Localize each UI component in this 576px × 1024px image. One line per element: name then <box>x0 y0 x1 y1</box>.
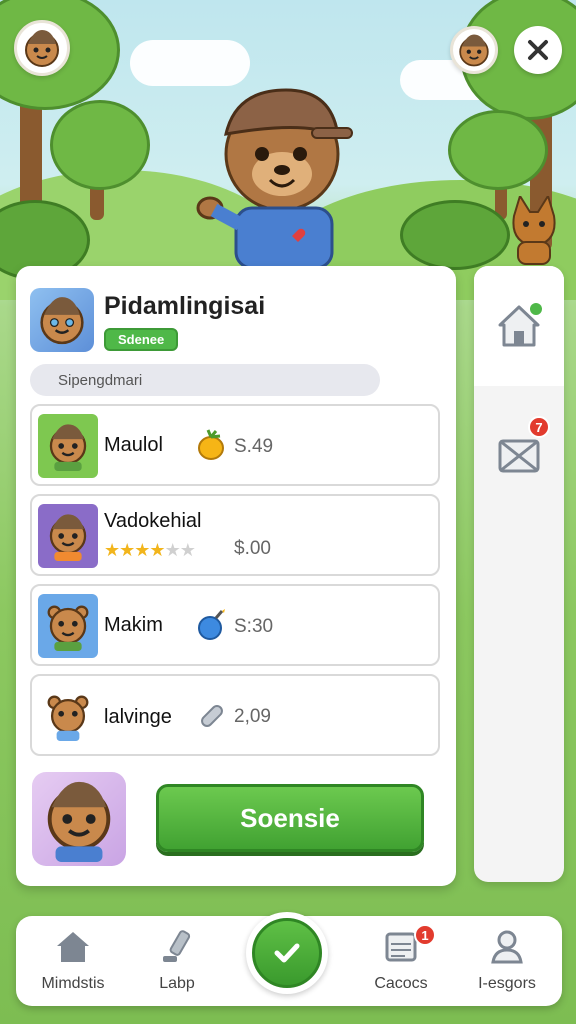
tab-map[interactable]: 7 <box>474 394 564 514</box>
item-picture <box>38 684 98 748</box>
hammer-icon <box>163 930 191 962</box>
bear-avatar-icon <box>49 514 87 561</box>
character-portrait <box>32 772 126 866</box>
item-price: S:30 <box>234 616 274 637</box>
item-name: Maulol <box>104 434 163 456</box>
list-item[interactable]: Makim S:30 <box>30 584 440 666</box>
bear-avatar-icon <box>25 30 59 67</box>
item-price: 2,09 <box>234 706 271 727</box>
item-name: Makim <box>104 614 163 636</box>
item-picture <box>38 414 98 478</box>
bear-avatar-icon <box>47 695 89 741</box>
nav-label: Cacocs <box>374 975 428 992</box>
tab-home[interactable] <box>474 266 564 386</box>
home-icon <box>498 303 542 347</box>
shop-panel: Pidamlingisai Sdenee Sipengdmari Maulol … <box>16 266 456 886</box>
item-picture <box>38 504 98 568</box>
profile-picture <box>30 288 94 352</box>
status-badge: Sdenee <box>104 328 179 351</box>
item-name: Vadokehial <box>104 510 202 532</box>
nav-label: I-esgors <box>478 975 536 992</box>
nav-label: Labp <box>159 975 195 992</box>
close-button[interactable] <box>514 26 562 74</box>
confirm-button[interactable] <box>252 918 322 988</box>
checkmark-icon <box>274 943 300 963</box>
player-avatar[interactable] <box>14 20 70 76</box>
bear-avatar-icon <box>47 605 89 651</box>
nav-item-confirm[interactable] <box>246 912 328 994</box>
bear-character-icon <box>196 88 353 268</box>
star-icon: ★ <box>134 540 150 560</box>
search-input[interactable]: Sipengdmari <box>30 364 380 396</box>
friend-avatar[interactable] <box>450 26 498 74</box>
profile-icon <box>491 930 523 964</box>
bear-avatar-icon <box>40 297 84 345</box>
house-icon <box>57 932 89 962</box>
bandage-icon <box>201 705 223 727</box>
item-picture <box>38 594 98 658</box>
list-item[interactable]: Maulol S.49 <box>30 404 440 486</box>
notification-badge: 1 <box>414 924 436 946</box>
star-icon: ★ <box>164 540 181 560</box>
nav-label: Mimdstis <box>41 975 105 992</box>
item-price: $.00 <box>234 538 271 559</box>
bear-avatar-icon <box>47 781 111 862</box>
star-icon: ★ <box>149 540 165 560</box>
nav-item-lab[interactable]: Labp <box>132 926 222 993</box>
notification-badge: 7 <box>528 416 550 438</box>
side-panel: 7 <box>474 266 564 882</box>
bomb-icon <box>198 609 225 640</box>
nav-item-home[interactable]: Mimdstis <box>28 926 118 993</box>
profile-title: Pidamlingisai <box>104 292 266 320</box>
bear-avatar-icon <box>459 34 489 67</box>
nav-item-profile[interactable]: I-esgors <box>462 926 552 993</box>
list-item[interactable]: Vadokehial ★★★★★★ $.00 <box>30 494 440 576</box>
star-rating: ★★★★★★ <box>104 540 196 561</box>
bear-avatar-icon <box>49 424 87 471</box>
star-icon: ★ <box>119 540 135 560</box>
fox-character-icon <box>512 196 556 265</box>
star-icon: ★ <box>179 540 196 560</box>
bottom-nav: Mimdstis Labp 1 Cacocs I-esgors <box>16 912 562 1006</box>
close-icon <box>528 40 548 60</box>
list-item[interactable]: lalvinge 2,09 <box>30 674 440 756</box>
nav-item-calendar[interactable]: 1 Cacocs <box>356 924 446 993</box>
star-icon: ★ <box>104 540 120 560</box>
item-name: lalvinge <box>104 706 172 728</box>
action-button[interactable]: Soensie <box>156 784 424 852</box>
item-price: S.49 <box>234 436 274 457</box>
fruit-icon <box>198 429 224 460</box>
